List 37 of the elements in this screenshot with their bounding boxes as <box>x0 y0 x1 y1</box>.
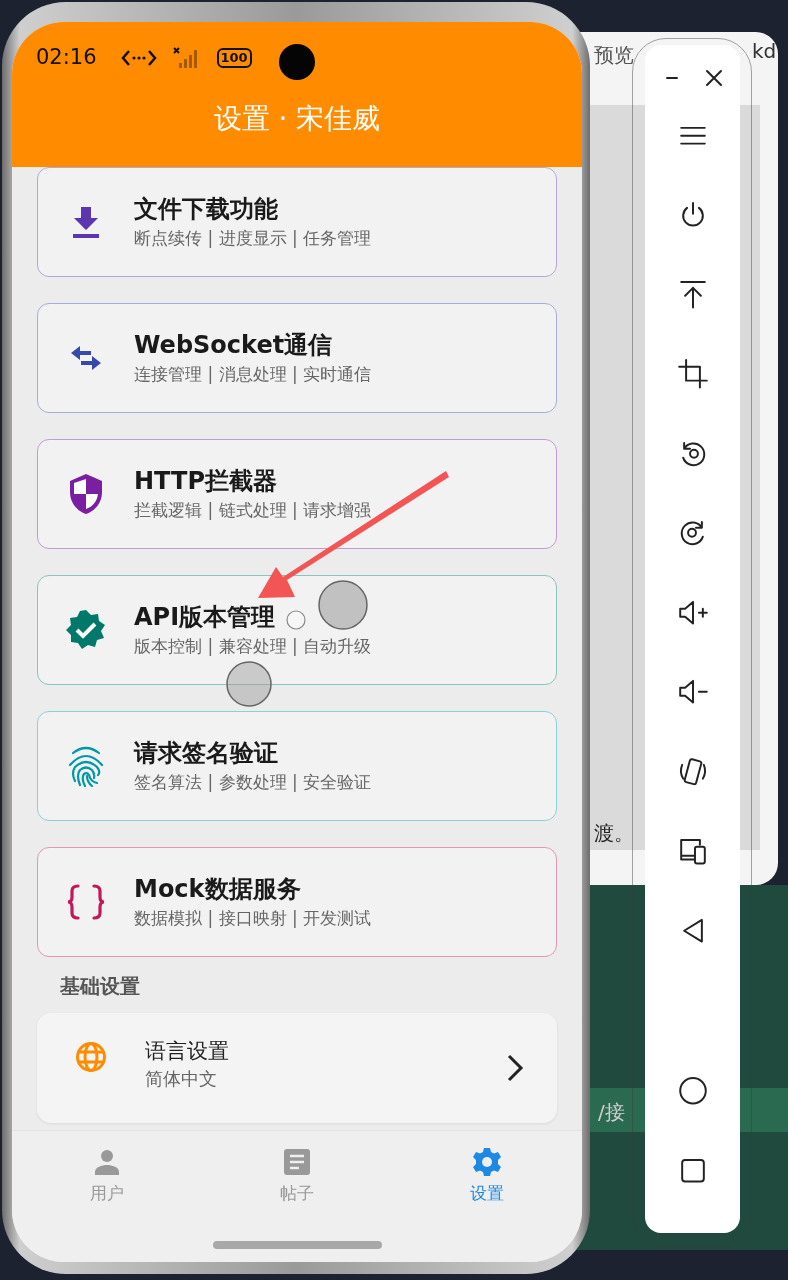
card-subtitle: 签名算法 | 参数处理 | 安全验证 <box>134 771 372 794</box>
touch-indicator <box>286 610 306 630</box>
settings-icon <box>472 1147 502 1177</box>
card-subtitle: 断点续传 | 进度显示 | 任务管理 <box>134 227 372 250</box>
camera-hole <box>279 44 315 80</box>
setting-title: 语言设置 <box>145 1038 230 1065</box>
document-icon <box>282 1147 312 1177</box>
settings-row[interactable]: 语言设置 简体中文 <box>37 1013 557 1123</box>
background-text: /接 <box>598 1099 625 1126</box>
chevron-right-icon <box>506 1053 524 1083</box>
globe-icon <box>75 1041 107 1073</box>
section-title: 基础设置 <box>60 973 141 999</box>
background-text: 渡。 <box>594 820 634 847</box>
card-subtitle: 版本控制 | 兼容处理 | 自动升级 <box>134 635 372 658</box>
person-icon <box>92 1147 122 1177</box>
nav-tab[interactable]: 帖子 <box>202 1131 392 1262</box>
background-text: 预览 <box>594 42 634 69</box>
app-bar-title: 设置 · 宋佳威 <box>212 101 382 137</box>
card-title: 请求签名验证 <box>134 738 278 769</box>
nav-tab[interactable]: 设置 <box>392 1131 582 1262</box>
card-subtitle: 数据模拟 | 接口映射 | 开发测试 <box>134 907 372 930</box>
card-title: Mock数据服务 <box>134 874 301 905</box>
background-text: kd <box>752 38 777 65</box>
touch-indicator <box>226 661 272 707</box>
battery-indicator: 100 <box>216 48 252 68</box>
card-title: WebSocket通信 <box>134 330 333 361</box>
crop-icon[interactable] <box>675 357 710 391</box>
card-subtitle: 拦截逻辑 | 链式处理 | 请求增强 <box>134 499 372 522</box>
card-title: HTTP拦截器 <box>134 466 277 497</box>
nav-tab[interactable]: 用户 <box>12 1131 202 1262</box>
touch-indicator <box>318 580 368 630</box>
card-title: API版本管理 <box>134 602 276 633</box>
card-title: 文件下载功能 <box>134 194 278 225</box>
card-subtitle: 连接管理 | 消息处理 | 实时通信 <box>134 363 372 386</box>
developer-icon <box>120 48 157 68</box>
status-time: 02:16 <box>36 44 97 72</box>
setting-value: 简体中文 <box>145 1067 218 1091</box>
